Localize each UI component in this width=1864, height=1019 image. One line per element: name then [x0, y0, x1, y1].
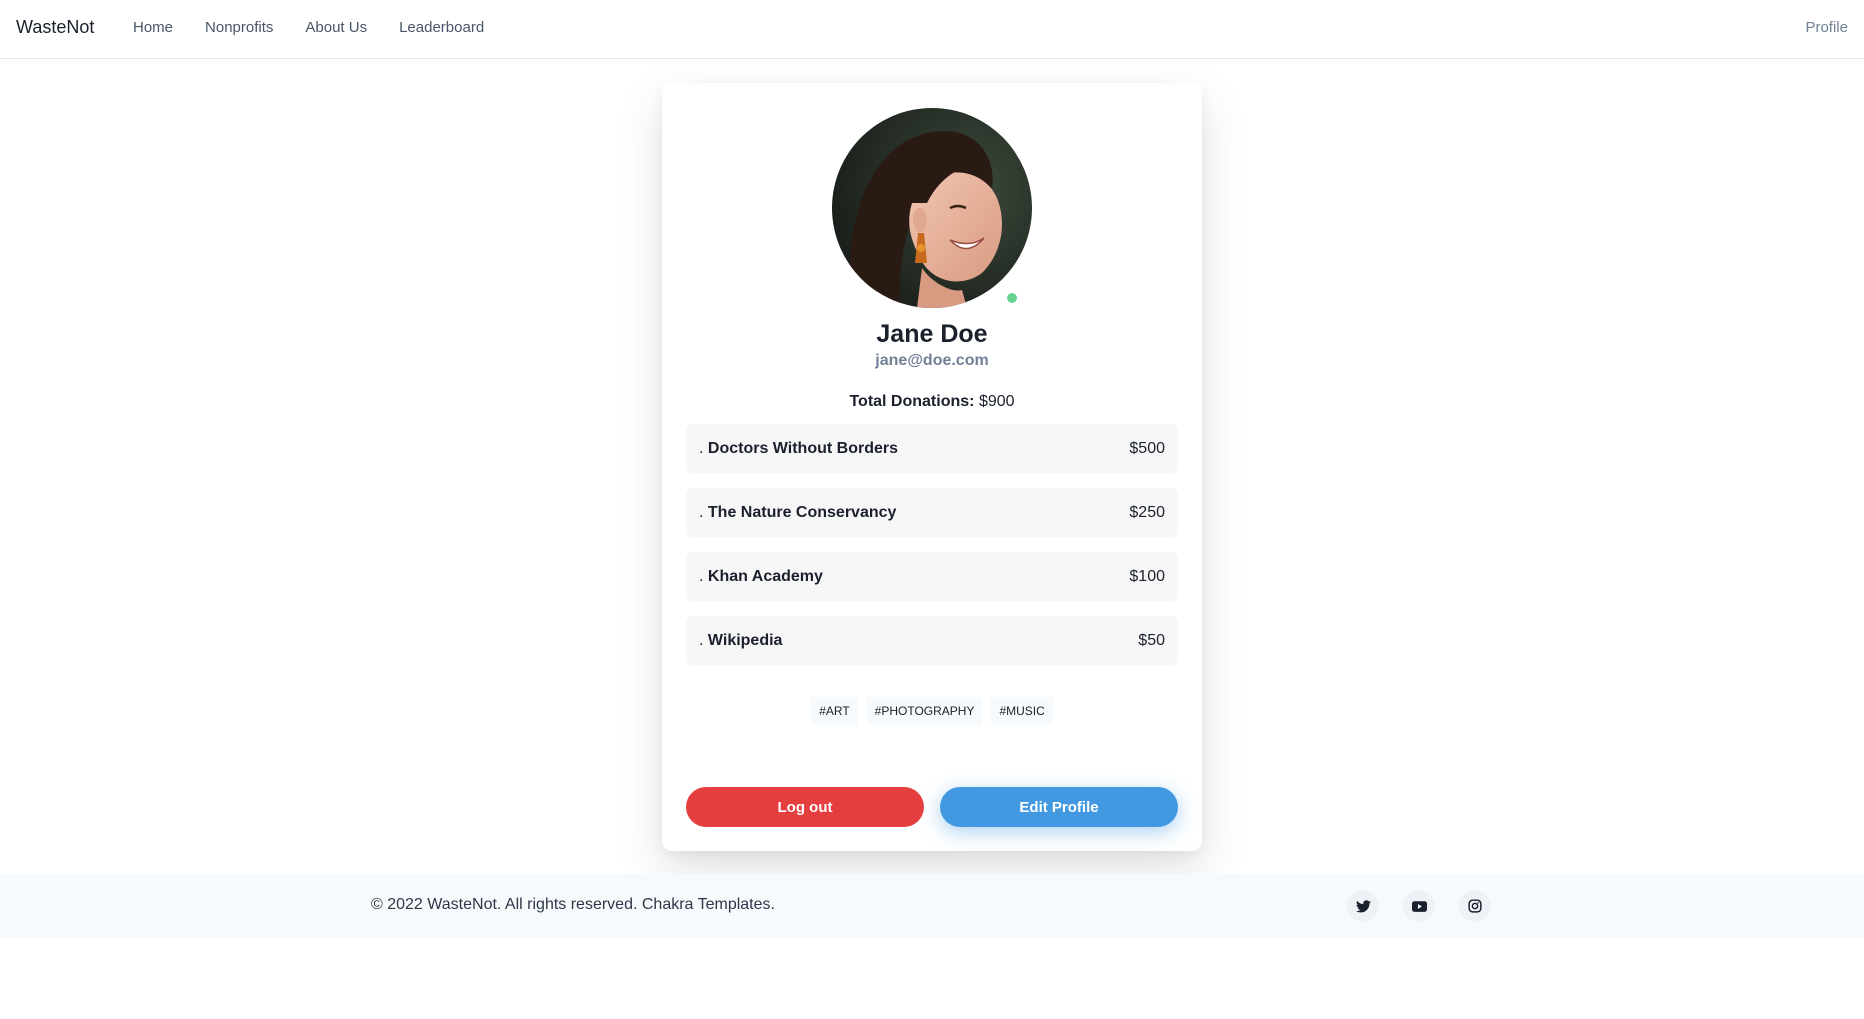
donation-list: . Doctors Without Borders $500 . The Nat…	[686, 424, 1178, 680]
donation-amount: $250	[1129, 503, 1165, 521]
brand-logo[interactable]: WasteNot	[16, 17, 94, 38]
avatar-photo	[832, 108, 1032, 308]
tag-art: #art	[811, 697, 858, 725]
edit-profile-button[interactable]: Edit Profile	[940, 787, 1178, 827]
donation-nonprofit-name: Wikipedia	[707, 631, 783, 649]
top-navbar: WasteNot Home Nonprofits About Us Leader…	[0, 0, 1864, 59]
twitter-icon[interactable]	[1347, 890, 1379, 922]
donation-nonprofit-name: Doctors Without Borders	[707, 439, 898, 457]
donation-bullet: .	[699, 503, 704, 521]
nav-link-home[interactable]: Home	[133, 19, 173, 36]
nav-link-nonprofits[interactable]: Nonprofits	[205, 19, 273, 36]
nav-link-leaderboard[interactable]: Leaderboard	[399, 19, 484, 36]
profile-name: Jane Doe	[876, 320, 988, 348]
profile-email: jane@doe.com	[875, 352, 989, 369]
footer-copyright: © 2022 WasteNot. All rights reserved. Ch…	[371, 896, 775, 913]
tag-photography: #photography	[866, 697, 983, 725]
youtube-icon[interactable]	[1403, 890, 1435, 922]
avatar	[832, 108, 1032, 308]
donation-nonprofit-name: Khan Academy	[707, 567, 823, 585]
donation-amount: $100	[1129, 567, 1165, 585]
donation-bullet: .	[699, 439, 704, 457]
donation-row: . Doctors Without Borders $500	[686, 424, 1178, 473]
social-links	[1347, 890, 1491, 922]
footer: © 2022 WasteNot. All rights reserved. Ch…	[0, 874, 1864, 938]
donation-row: . The Nature Conservancy $250	[686, 488, 1178, 537]
nav-link-about-us[interactable]: About Us	[305, 19, 367, 36]
online-status-dot	[1005, 291, 1019, 305]
nav-link-profile[interactable]: Profile	[1805, 19, 1848, 36]
logout-button[interactable]: Log out	[686, 787, 924, 827]
interest-tags: #art #photography #music	[662, 697, 1202, 725]
avatar-container	[832, 108, 1032, 308]
total-donations: Total Donations: $900	[662, 393, 1202, 411]
donation-amount: $50	[1138, 631, 1165, 649]
donation-amount: $500	[1129, 439, 1165, 457]
donation-bullet: .	[699, 567, 704, 585]
instagram-icon[interactable]	[1459, 890, 1491, 922]
total-donations-label: Total Donations:	[849, 393, 975, 410]
total-donations-value: $900	[978, 393, 1015, 410]
donation-row: . Wikipedia $50	[686, 616, 1178, 665]
nav-links: Home Nonprofits About Us Leaderboard	[133, 19, 516, 36]
donation-nonprofit-name: The Nature Conservancy	[707, 503, 897, 521]
donation-bullet: .	[699, 631, 704, 649]
tag-music: #music	[991, 697, 1053, 725]
profile-card: Jane Doe jane@doe.com Total Donations: $…	[662, 83, 1202, 851]
donation-row: . Khan Academy $100	[686, 552, 1178, 601]
